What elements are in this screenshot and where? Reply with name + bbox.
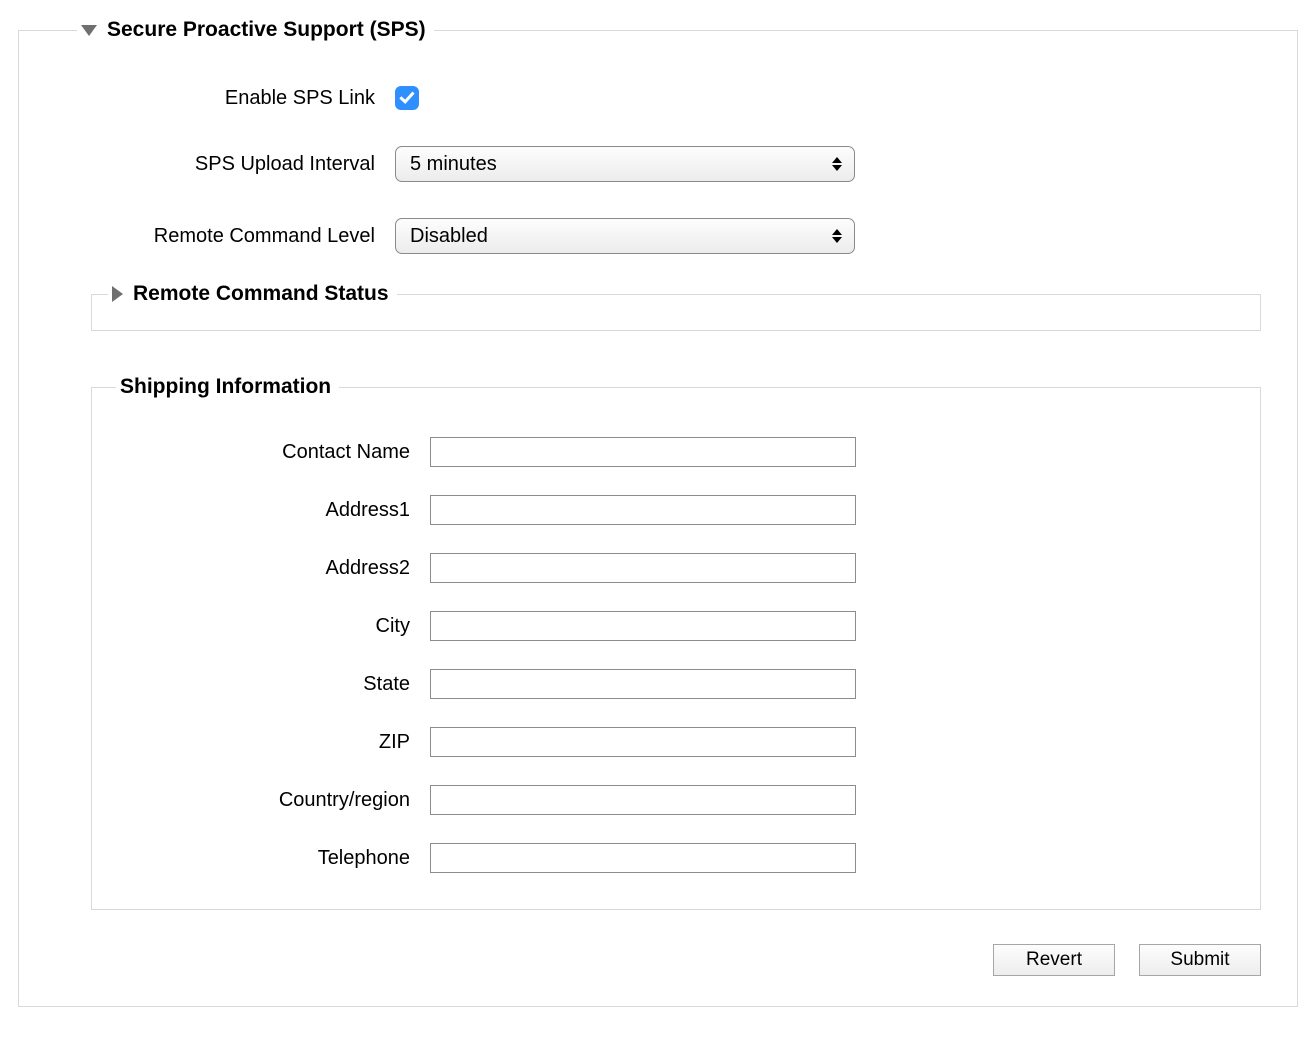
remote-command-level-row: Remote Command Level Disabled [55, 218, 1261, 254]
upload-interval-row: SPS Upload Interval 5 minutes [55, 146, 1261, 182]
zip-label: ZIP [110, 731, 430, 754]
zip-input[interactable] [430, 727, 856, 757]
remote-command-status-fieldset: Remote Command Status [91, 282, 1261, 331]
state-label: State [110, 673, 430, 696]
address2-input[interactable] [430, 553, 856, 583]
shipping-legend: Shipping Information [116, 375, 339, 399]
remote-command-status-legend[interactable]: Remote Command Status [108, 282, 397, 306]
sps-legend-text: Secure Proactive Support (SPS) [107, 18, 426, 42]
state-input[interactable] [430, 669, 856, 699]
chevron-down-icon [81, 25, 97, 36]
country-row: Country/region [110, 785, 1242, 815]
city-label: City [110, 615, 430, 638]
contact-name-row: Contact Name [110, 437, 1242, 467]
enable-sps-checkbox[interactable] [395, 86, 419, 110]
country-label: Country/region [110, 789, 430, 812]
remote-command-status-text: Remote Command Status [133, 282, 389, 306]
state-row: State [110, 669, 1242, 699]
remote-command-level-label: Remote Command Level [55, 225, 395, 248]
telephone-label: Telephone [110, 847, 430, 870]
remote-command-level-value: Disabled [410, 225, 488, 248]
address1-row: Address1 [110, 495, 1242, 525]
enable-sps-row: Enable SPS Link [55, 86, 1261, 110]
address1-input[interactable] [430, 495, 856, 525]
select-arrows-icon [832, 157, 842, 171]
shipping-fieldset: Shipping Information Contact Name Addres… [91, 375, 1261, 910]
chevron-right-icon [112, 286, 123, 302]
submit-button[interactable]: Submit [1139, 944, 1261, 976]
shipping-legend-text: Shipping Information [120, 375, 331, 399]
contact-name-input[interactable] [430, 437, 856, 467]
zip-row: ZIP [110, 727, 1242, 757]
button-bar: Revert Submit [55, 944, 1261, 976]
telephone-input[interactable] [430, 843, 856, 873]
select-arrows-icon [832, 229, 842, 243]
remote-command-level-select[interactable]: Disabled [395, 218, 855, 254]
upload-interval-label: SPS Upload Interval [55, 153, 395, 176]
sps-legend[interactable]: Secure Proactive Support (SPS) [77, 18, 434, 42]
address2-row: Address2 [110, 553, 1242, 583]
city-input[interactable] [430, 611, 856, 641]
revert-button[interactable]: Revert [993, 944, 1115, 976]
address1-label: Address1 [110, 499, 430, 522]
contact-name-label: Contact Name [110, 441, 430, 464]
telephone-row: Telephone [110, 843, 1242, 873]
city-row: City [110, 611, 1242, 641]
address2-label: Address2 [110, 557, 430, 580]
upload-interval-select[interactable]: 5 minutes [395, 146, 855, 182]
upload-interval-value: 5 minutes [410, 153, 497, 176]
country-input[interactable] [430, 785, 856, 815]
sps-fieldset: Secure Proactive Support (SPS) Enable SP… [18, 18, 1298, 1007]
enable-sps-label: Enable SPS Link [55, 87, 395, 110]
